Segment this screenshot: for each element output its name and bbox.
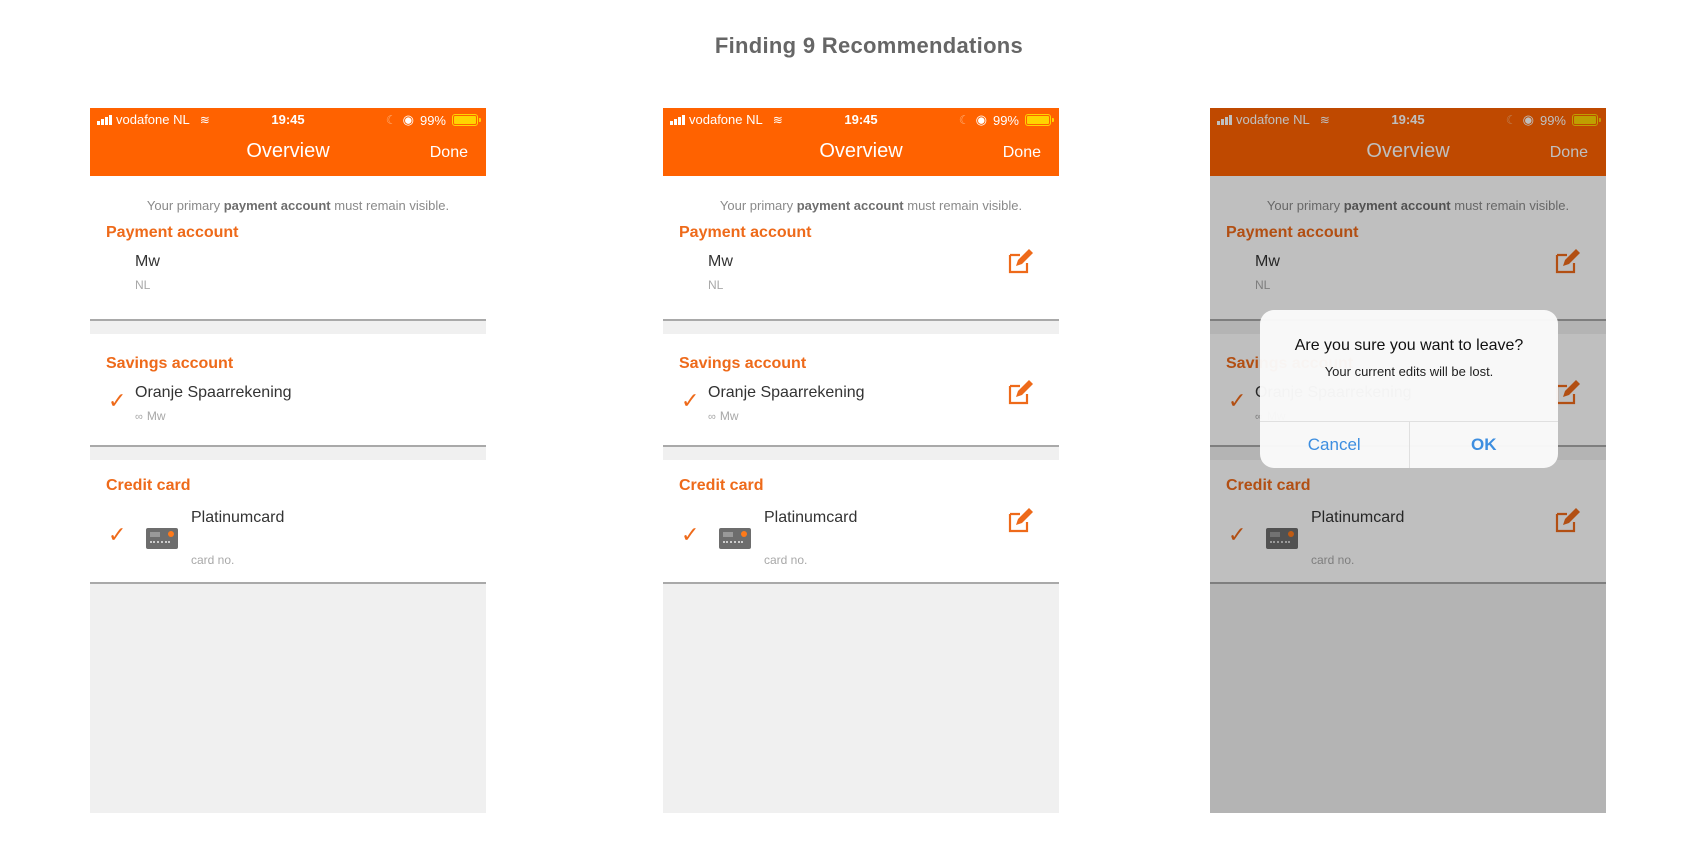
section-title-savings: Savings account bbox=[679, 355, 807, 372]
dialog-title: Are you sure you want to leave? bbox=[1294, 337, 1524, 354]
account-sub: ∞Mw bbox=[708, 409, 739, 423]
link-icon: ∞ bbox=[708, 411, 716, 423]
account-name: Oranje Spaarrekening bbox=[135, 384, 292, 401]
section-title-credit: Credit card bbox=[106, 477, 191, 494]
card-number: card no. bbox=[764, 553, 808, 567]
account-sub: NL bbox=[708, 278, 724, 292]
section-title-payment: Payment account bbox=[106, 224, 239, 241]
done-button[interactable]: Done bbox=[430, 144, 468, 162]
section-title-payment: Payment account bbox=[679, 224, 812, 241]
status-bar: vodafone NL ≋ 19:45 ☾ ◉ 99% bbox=[663, 108, 1059, 132]
link-icon: ∞ bbox=[135, 411, 143, 423]
account-name: Mw bbox=[708, 253, 733, 270]
leave-confirm-dialog: Are you sure you want to leave? Your cur… bbox=[1260, 310, 1558, 468]
nav-header: vodafone NL ≋ 19:45 ☾ ◉ 99% Overview Don… bbox=[663, 108, 1059, 176]
nav-title: Overview bbox=[819, 140, 903, 162]
section-title-credit: Credit card bbox=[679, 477, 764, 494]
credit-card-icon bbox=[146, 528, 178, 549]
phone-screen-edit-icons: vodafone NL ≋ 19:45 ☾ ◉ 99% Overview Don… bbox=[663, 108, 1059, 813]
account-name: Mw bbox=[135, 253, 160, 270]
status-bar: vodafone NL ≋ 19:45 ☾ ◉ 99% bbox=[90, 108, 486, 132]
rotation-lock-icon: ◉ bbox=[402, 112, 414, 127]
battery-percent: 99% bbox=[419, 112, 446, 128]
dialog-message: Your current edits will be lost. bbox=[1324, 364, 1494, 379]
ok-button[interactable]: OK bbox=[1408, 422, 1559, 468]
edit-icon[interactable] bbox=[1007, 249, 1033, 275]
hint-text: Your primary payment account must remain… bbox=[719, 198, 1023, 213]
edit-icon[interactable] bbox=[1007, 380, 1033, 406]
battery-percent: 99% bbox=[992, 112, 1019, 128]
hint-text: Your primary payment account must remain… bbox=[146, 198, 450, 213]
battery-icon bbox=[1025, 114, 1054, 126]
credit-card-icon bbox=[719, 528, 751, 549]
check-icon: ✓ bbox=[108, 388, 127, 413]
edit-icon[interactable] bbox=[1007, 508, 1033, 534]
moon-icon: ☾ bbox=[385, 113, 397, 127]
card-number: card no. bbox=[191, 553, 235, 567]
moon-icon: ☾ bbox=[958, 113, 970, 127]
card-name: Platinumcard bbox=[764, 509, 858, 526]
account-sub: NL bbox=[135, 278, 151, 292]
account-name: Oranje Spaarrekening bbox=[708, 384, 865, 401]
nav-title: Overview bbox=[246, 140, 330, 162]
card-name: Platinumcard bbox=[191, 509, 285, 526]
check-icon: ✓ bbox=[108, 522, 127, 547]
check-icon: ✓ bbox=[681, 522, 700, 547]
section-title-savings: Savings account bbox=[106, 355, 234, 372]
page-title: Finding 9 Recommendations bbox=[714, 33, 1024, 58]
check-icon: ✓ bbox=[681, 388, 700, 413]
battery-icon bbox=[452, 114, 481, 126]
account-sub: ∞Mw bbox=[135, 409, 166, 423]
phone-screen-original: vodafone NL ≋ 19:45 ☾ ◉ 99% Overview Don… bbox=[90, 108, 486, 813]
nav-header: vodafone NL ≋ 19:45 ☾ ◉ 99% Overview Don… bbox=[90, 108, 486, 176]
cancel-button[interactable]: Cancel bbox=[1260, 422, 1409, 468]
rotation-lock-icon: ◉ bbox=[975, 112, 987, 127]
done-button[interactable]: Done bbox=[1003, 144, 1041, 162]
